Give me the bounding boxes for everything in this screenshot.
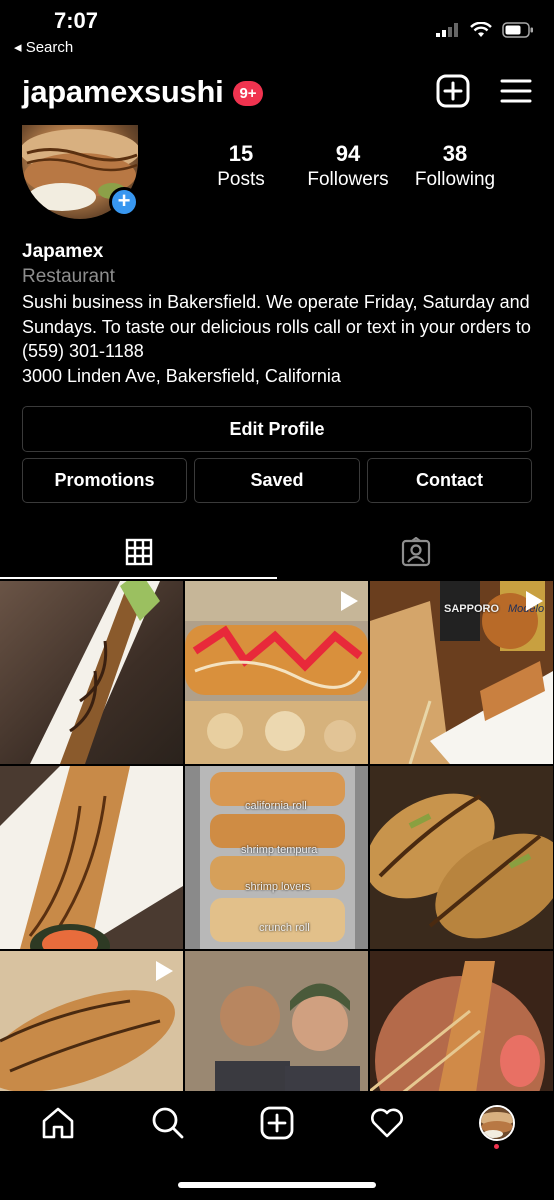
nav-profile[interactable] — [479, 1105, 515, 1141]
add-story-button[interactable]: + — [109, 187, 139, 217]
grid-post[interactable] — [370, 951, 553, 1091]
nav-new-post[interactable] — [259, 1105, 295, 1141]
grid-post[interactable] — [0, 581, 183, 764]
following-label: Following — [414, 169, 496, 190]
roll-label: shrimp lovers — [245, 881, 311, 893]
posts-count: 15 — [228, 141, 254, 166]
grid-post[interactable] — [185, 581, 368, 764]
video-icon — [156, 961, 173, 981]
home-icon — [42, 1107, 74, 1139]
grid-post[interactable] — [0, 766, 183, 949]
stat-following[interactable]: 38 Following — [405, 141, 505, 191]
roll-label: california roll — [245, 800, 307, 812]
back-to-search-link[interactable]: ◂ Search — [14, 38, 73, 56]
following-count: 38 — [442, 141, 468, 166]
edit-profile-button[interactable]: Edit Profile — [22, 406, 532, 452]
grid-post[interactable]: california roll shrimp tempura shrimp lo… — [185, 766, 368, 949]
followers-count: 94 — [335, 141, 361, 166]
battery-icon — [502, 22, 533, 38]
new-post-icon — [260, 1106, 294, 1140]
posts-label: Posts — [217, 169, 265, 190]
bio-category: Restaurant — [22, 266, 115, 287]
menu-button[interactable] — [499, 74, 535, 110]
search-icon — [152, 1107, 184, 1139]
status-time: 7:07 — [54, 8, 99, 33]
back-label: Search — [25, 39, 74, 56]
saved-button[interactable]: Saved — [194, 458, 360, 503]
profile-notification-dot — [494, 1144, 499, 1149]
grid-post[interactable] — [185, 951, 368, 1091]
wifi-icon — [470, 22, 492, 37]
bio-name: Japamex — [22, 241, 104, 262]
plus-icon: + — [117, 188, 131, 213]
roll-label: crunch roll — [259, 922, 310, 934]
posts-grid: SAPPORO Modelo california roll shrimp te… — [0, 581, 554, 1091]
tab-tagged[interactable] — [277, 525, 554, 579]
grid-icon — [125, 538, 152, 566]
plus-square-icon — [436, 74, 470, 108]
activity-heart-icon — [371, 1108, 403, 1138]
profile-avatar-icon — [481, 1107, 513, 1139]
nav-home[interactable] — [40, 1105, 76, 1141]
video-icon — [341, 591, 358, 611]
tab-grid[interactable] — [0, 525, 277, 579]
signal-icon — [436, 23, 458, 37]
bio-text: Sushi business in Bakersfield. We operat… — [22, 290, 537, 388]
bio-description: Sushi business in Bakersfield. We operat… — [22, 292, 531, 361]
video-icon — [526, 591, 543, 611]
notification-badge[interactable]: 9+ — [233, 81, 263, 106]
followers-label: Followers — [307, 169, 389, 190]
nav-activity[interactable] — [369, 1105, 405, 1141]
roll-label: shrimp tempura — [241, 844, 318, 856]
stat-followers[interactable]: 94 Followers — [296, 141, 400, 191]
new-post-button[interactable] — [436, 74, 472, 110]
profile-username[interactable]: japamexsushi — [22, 74, 224, 110]
grid-post[interactable] — [370, 766, 553, 949]
grid-post[interactable]: SAPPORO Modelo — [370, 581, 553, 764]
nav-search[interactable] — [150, 1105, 186, 1141]
hamburger-menu-icon — [500, 79, 532, 103]
back-arrow-icon: ◂ — [14, 39, 22, 56]
contact-button[interactable]: Contact — [367, 458, 532, 503]
status-icons — [436, 22, 534, 38]
promotions-button[interactable]: Promotions — [22, 458, 187, 503]
stat-posts[interactable]: 15 Posts — [196, 141, 286, 191]
active-tab-indicator — [0, 577, 277, 579]
bottle-label-sapporo: SAPPORO — [444, 603, 500, 615]
bio-address[interactable]: 3000 Linden Ave, Bakersfield, California — [22, 364, 537, 389]
home-indicator[interactable] — [178, 1182, 376, 1188]
tagged-icon — [401, 537, 430, 567]
grid-post[interactable] — [0, 951, 183, 1091]
